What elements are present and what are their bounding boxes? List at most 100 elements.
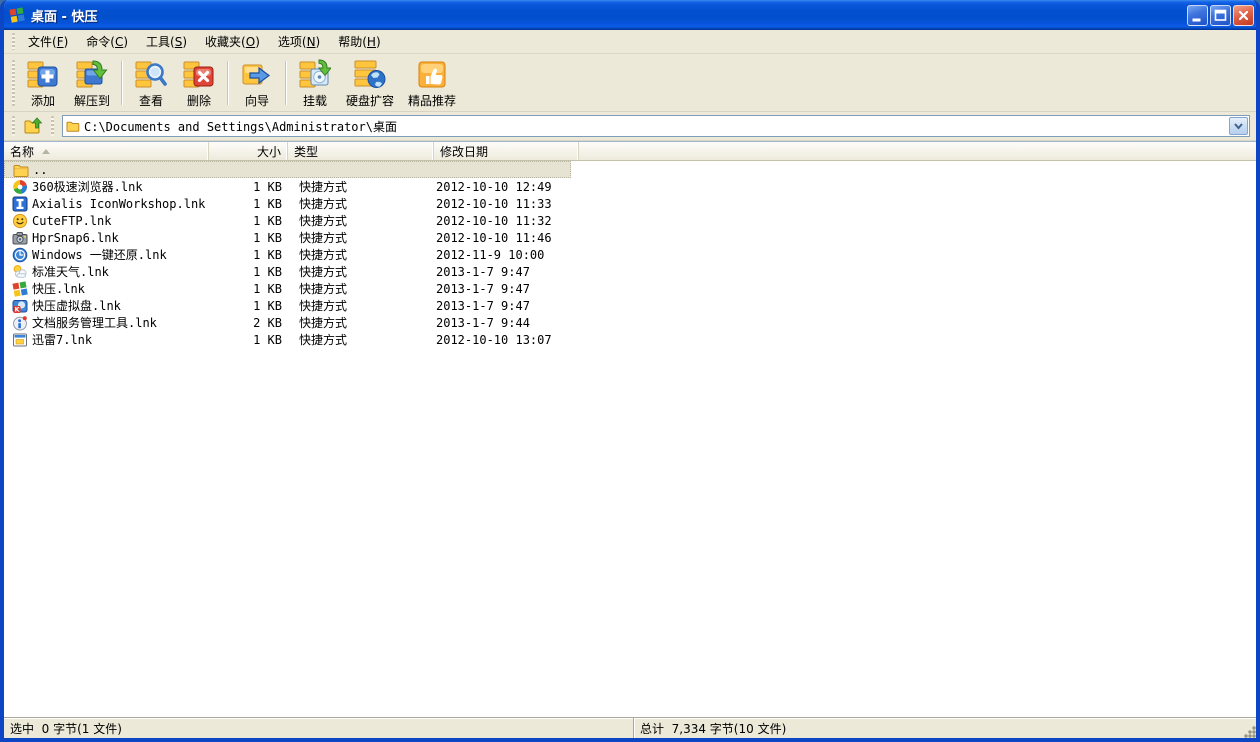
toolbar-button-label: 删除 [187, 92, 211, 109]
hprsnap-icon [12, 230, 28, 246]
column-header-1[interactable]: 大小 [209, 142, 288, 160]
menu-item-h[interactable]: 帮助(H) [329, 30, 389, 53]
toolbar-button-mount[interactable]: 挂载 [291, 54, 339, 112]
file-row[interactable]: 标准天气.lnk1 KB快捷方式2013-1-7 9:47 [4, 263, 571, 280]
file-list-panel: 名称大小类型 修改日期 ..360极速浏览器.lnk1 KB快捷方式2012-10… [4, 141, 1256, 717]
recommend-icon [416, 58, 448, 90]
folder-icon [66, 119, 80, 133]
toolbar-button-label: 添加 [31, 92, 55, 109]
file-name: 文档服务管理工具.lnk [32, 314, 157, 331]
toolbar-button-label: 查看 [139, 92, 163, 109]
address-dropdown-button[interactable] [1229, 117, 1248, 135]
file-row[interactable]: CuteFTP.lnk 1 KB快捷方式2012-10-10 11:32 [4, 212, 571, 229]
toolbar-grip[interactable] [12, 60, 15, 106]
file-row[interactable]: HprSnap6.lnk1 KB快捷方式2012-10-10 11:46 [4, 229, 571, 246]
toolbar-button-label: 解压到 [74, 92, 110, 109]
toolbar-button-recommend[interactable]: 精品推荐 [401, 54, 463, 112]
file-type: 快捷方式 [288, 314, 434, 331]
toolbar-button-add-archive[interactable]: 添加 [19, 54, 67, 112]
file-size: 1 KB [209, 297, 288, 314]
menu-item-n[interactable]: 选项(N) [269, 30, 329, 53]
file-type: 快捷方式 [288, 280, 434, 297]
status-total: 总计 7,334 字节(10 文件) [634, 718, 792, 738]
toolbar-separator [285, 61, 287, 105]
file-name: 快压.lnk [32, 280, 85, 297]
toolbar-button-extract-to[interactable]: 解压到 [67, 54, 117, 112]
file-size: 1 KB [209, 263, 288, 280]
mount-icon [299, 58, 331, 90]
column-header-0[interactable]: 名称 [4, 142, 209, 160]
file-size: 2 KB [209, 314, 288, 331]
file-size: 1 KB [209, 229, 288, 246]
toolbar-button-disk-expand[interactable]: 硬盘扩容 [339, 54, 401, 112]
file-list: ..360极速浏览器.lnk1 KB快捷方式2012-10-10 12:49Ax… [4, 161, 1256, 717]
menu-item-s[interactable]: 工具(S) [137, 30, 196, 53]
menu-item-c[interactable]: 命令(C) [77, 30, 137, 53]
file-row[interactable]: Windows 一键还原.lnk1 KB快捷方式2012-11-9 10:00 [4, 246, 571, 263]
file-modified: 2012-10-10 11:32 [434, 212, 571, 229]
file-row[interactable]: .. [4, 161, 571, 178]
file-name: .. [33, 163, 47, 177]
toolbar-button-label: 挂载 [303, 92, 327, 109]
toolbar-button-wizard[interactable]: 向导 [233, 54, 281, 112]
file-type: 快捷方式 [288, 212, 434, 229]
file-modified: 2013-1-7 9:47 [434, 297, 571, 314]
column-header-label: 类型 [294, 143, 318, 160]
address-bar: C:\Documents and Settings\Administrator\… [4, 112, 1256, 141]
list-header: 名称大小类型 修改日期 [4, 141, 1256, 161]
file-row[interactable]: Axialis IconWorkshop.lnk1 KB快捷方式2012-10-… [4, 195, 571, 212]
file-type: 快捷方式 [288, 178, 434, 195]
axialis-iconworkshop-icon [12, 196, 28, 212]
weather-icon [12, 264, 28, 280]
column-header-2[interactable]: 类型 [288, 142, 434, 160]
title-bar[interactable]: 桌面 - 快压 [0, 0, 1260, 30]
extract-to-icon [76, 58, 108, 90]
file-size [209, 162, 288, 177]
addressbar-grip-2[interactable] [51, 116, 54, 136]
status-bar: 选中 0 字节(1 文件) 总计 7,334 字节(10 文件) [4, 717, 1256, 738]
menu-bar: 文件(F)命令(C)工具(S)收藏夹(O)选项(N)帮助(H) [4, 30, 1256, 54]
add-archive-icon [27, 58, 59, 90]
menubar-grip[interactable] [12, 33, 15, 49]
file-name: Axialis IconWorkshop.lnk [32, 197, 205, 211]
file-name: 标准天气.lnk [32, 263, 109, 280]
file-row[interactable]: 文档服务管理工具.lnk2 KB快捷方式2013-1-7 9:44 [4, 314, 571, 331]
file-row[interactable]: 快压.lnk1 KB快捷方式2013-1-7 9:47 [4, 280, 571, 297]
file-type [288, 162, 434, 177]
file-name: CuteFTP.lnk [32, 214, 111, 228]
menu-item-o[interactable]: 收藏夹(O) [196, 30, 269, 53]
file-row[interactable]: 360极速浏览器.lnk1 KB快捷方式2012-10-10 12:49 [4, 178, 571, 195]
menu-item-f[interactable]: 文件(F) [19, 30, 77, 53]
delete-icon [183, 58, 215, 90]
address-path[interactable]: C:\Documents and Settings\Administrator\… [84, 118, 1229, 135]
window-title: 桌面 - 快压 [31, 6, 1185, 25]
file-size: 1 KB [209, 178, 288, 195]
addressbar-grip-1[interactable] [12, 116, 15, 136]
close-button[interactable] [1233, 5, 1254, 26]
column-header-3[interactable]: 修改日期 [434, 142, 579, 160]
toolbar-button-label: 硬盘扩容 [346, 92, 394, 109]
maximize-button[interactable] [1210, 5, 1231, 26]
file-modified: 2012-10-10 11:46 [434, 229, 571, 246]
doc-service-icon [12, 315, 28, 331]
file-size: 1 KB [209, 280, 288, 297]
minimize-button[interactable] [1187, 5, 1208, 26]
toolbar-separator [121, 61, 123, 105]
toolbar-buttons-container: 添加 解压到 查看 删除 向导 挂载 硬盘扩容精品推荐 [19, 54, 463, 112]
kuaizip-vdisk-icon: K [12, 298, 28, 314]
file-modified: 2012-11-9 10:00 [434, 246, 571, 263]
file-size: 1 KB [209, 212, 288, 229]
file-row[interactable]: K快压虚拟盘.lnk1 KB快捷方式2013-1-7 9:47 [4, 297, 571, 314]
file-row[interactable]: 迅雷7.lnk1 KB快捷方式2012-10-10 13:07 [4, 331, 571, 348]
file-type: 快捷方式 [288, 331, 434, 348]
file-type: 快捷方式 [288, 195, 434, 212]
toolbar-button-label: 向导 [245, 92, 269, 109]
resize-grip[interactable] [1242, 724, 1256, 738]
address-combobox[interactable]: C:\Documents and Settings\Administrator\… [62, 115, 1250, 137]
toolbar-button-view[interactable]: 查看 [127, 54, 175, 112]
up-one-level-button[interactable] [19, 114, 47, 138]
toolbar: 添加 解压到 查看 删除 向导 挂载 硬盘扩容精品推荐 [4, 54, 1256, 112]
toolbar-button-delete[interactable]: 删除 [175, 54, 223, 112]
windows-restore-icon [12, 247, 28, 263]
wizard-icon [241, 58, 273, 90]
